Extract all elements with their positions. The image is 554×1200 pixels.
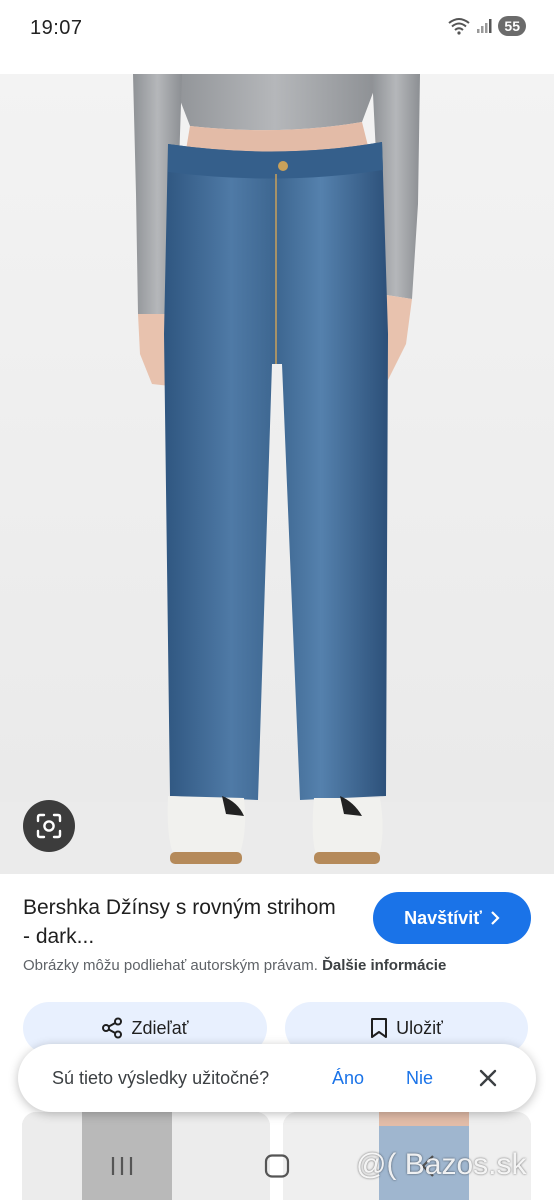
jeans-photo	[0, 74, 554, 874]
result-title[interactable]: Bershka Džínsy s rovným strihom - dark..…	[23, 893, 343, 951]
save-label: Uložiť	[396, 1017, 443, 1038]
status-bar: 19:07 55	[0, 0, 554, 56]
share-label: Zdieľať	[131, 1017, 189, 1038]
status-icons: 55	[448, 16, 526, 36]
battery-icon: 55	[498, 16, 526, 36]
visit-label: Navštíviť	[404, 907, 482, 928]
navigation-bar: @( Bazos.sk	[0, 1130, 554, 1200]
feedback-dialog: Sú tieto výsledky užitočné? Áno Nie	[18, 1044, 536, 1112]
chevron-right-icon	[491, 911, 500, 925]
signal-icon	[477, 19, 492, 33]
wifi-icon	[448, 18, 471, 35]
bookmark-icon	[371, 1018, 388, 1038]
more-info-link[interactable]: Ďalšie informácie	[322, 957, 446, 974]
google-lens-button[interactable]	[23, 800, 75, 852]
status-time: 19:07	[30, 17, 83, 39]
feedback-no-button[interactable]: Nie	[406, 1068, 433, 1089]
feedback-yes-button[interactable]: Áno	[332, 1068, 364, 1089]
home-icon[interactable]	[264, 1154, 290, 1178]
lens-icon	[36, 813, 62, 839]
watermark: @( Bazos.sk	[356, 1148, 527, 1181]
feedback-question: Sú tieto výsledky užitočné?	[52, 1068, 270, 1088]
share-icon	[102, 1017, 123, 1039]
product-image[interactable]	[0, 74, 554, 874]
close-icon[interactable]	[476, 1066, 500, 1090]
copyright-text: Obrázky môžu podliehať autorským právam.	[23, 957, 318, 974]
visit-button[interactable]: Navštíviť	[373, 892, 531, 944]
recent-apps-icon[interactable]	[110, 1155, 134, 1177]
copyright-notice: Obrázky môžu podliehať autorským právam.…	[23, 957, 446, 974]
